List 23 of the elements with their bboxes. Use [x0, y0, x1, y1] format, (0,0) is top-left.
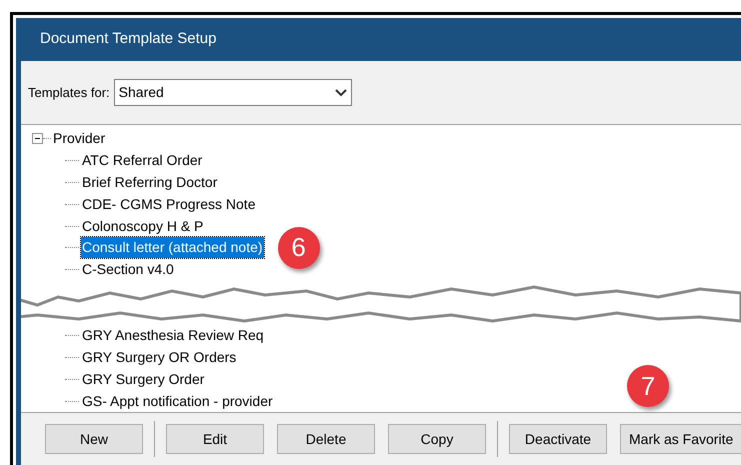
- tree-item[interactable]: GRY Surgery Order: [81, 368, 206, 390]
- templates-for-label: Templates for:: [28, 84, 110, 102]
- templates-for-dropdown[interactable]: Shared: [114, 79, 352, 106]
- action-button[interactable]: Mark as Favorite: [620, 424, 741, 454]
- action-button[interactable]: Edit: [166, 424, 264, 454]
- action-button[interactable]: Deactivate: [509, 424, 607, 454]
- tree-item[interactable]: GRY Surgery OR Orders: [81, 346, 238, 368]
- tree-item[interactable]: Colonoscopy H & P: [81, 216, 204, 237]
- chevron-down-icon: [334, 88, 347, 96]
- action-button[interactable]: Delete: [277, 424, 375, 454]
- callout-badge: 6: [278, 226, 320, 269]
- tree-item[interactable]: GRY Anesthesia Review Req: [81, 325, 265, 346]
- tree-item[interactable]: Brief Referring Doctor: [81, 172, 218, 193]
- tree-node[interactable]: Provider: [53, 128, 106, 150]
- window-title: Document Template Setup: [39, 29, 218, 50]
- tree-item[interactable]: GS- Appt notification - provider: [81, 390, 274, 412]
- tree-item[interactable]: Consult letter (attached note): [81, 237, 264, 258]
- action-button[interactable]: Copy: [388, 424, 486, 454]
- tree-item[interactable]: ATC Referral Order: [81, 150, 204, 172]
- action-button[interactable]: New: [45, 424, 143, 454]
- tree-item[interactable]: C-Section v4.0: [81, 259, 175, 280]
- collapse-toggle[interactable]: [32, 133, 43, 144]
- tree-item[interactable]: CDE- CGMS Progress Note: [81, 194, 256, 215]
